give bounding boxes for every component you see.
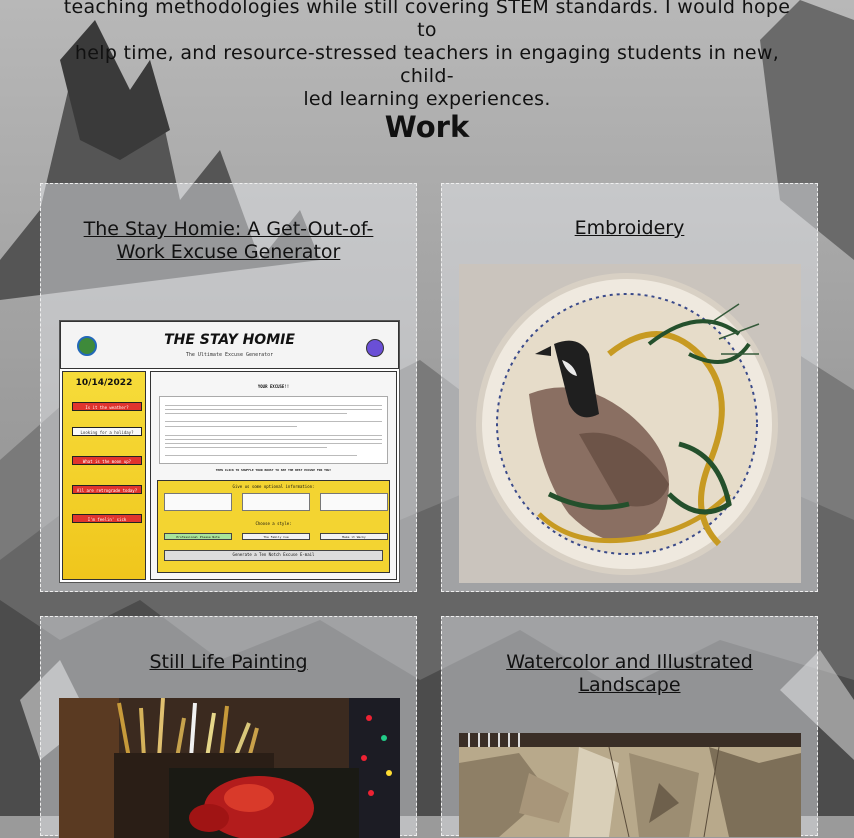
work-card-still-life: Still Life Painting	[40, 616, 417, 838]
app-style-3: Make it Wacky	[320, 533, 388, 540]
app-style-1: Professional Please Note	[164, 533, 232, 540]
embroidery-image[interactable]	[459, 264, 801, 583]
intro-line-3: led learning experiences.	[303, 88, 551, 110]
intro-line-2: help time, and resource-stressed teacher…	[74, 42, 780, 87]
app-date: 10/14/2022	[75, 378, 133, 388]
app-title: THE STAY HOMIE	[164, 332, 295, 348]
still-life-image[interactable]	[59, 698, 400, 838]
intro-paragraph: teaching methodologies while still cover…	[62, 0, 792, 111]
stay-homie-title-line-2: Work Excuse Generator	[116, 241, 341, 263]
stay-homie-title-line-1: The Stay Homie: A Get-Out-of-	[83, 218, 374, 240]
watercolor-title-line-1: Watercolor and Illustrated	[506, 651, 753, 673]
app-option-2	[242, 493, 310, 511]
stay-homie-screenshot[interactable]: THE STAY HOMIE The Ultimate Excuse Gener…	[59, 320, 400, 583]
side-button-3: What is the moon up?	[72, 456, 142, 465]
app-option-1	[164, 493, 232, 511]
watercolor-title-link[interactable]: Watercolor and Illustrated Landscape	[442, 651, 817, 697]
app-main-label: YOUR EXCUSE!!	[257, 384, 290, 389]
intro-line-1: teaching methodologies while still cover…	[63, 0, 791, 41]
app-excuse-textbox	[159, 396, 388, 464]
app-prompt-label: THEN CLICK TO SHUFFLE YOUR BOOST TO SEE …	[215, 468, 332, 472]
app-style-2: The Family Cue	[242, 533, 310, 540]
watercolor-title-line-2: Landscape	[578, 674, 681, 696]
embroidery-title-link[interactable]: Embroidery	[442, 217, 817, 240]
app-style-label: Choose a style:	[255, 521, 292, 526]
app-sidebar: 10/14/2022 Is it the weather? Looking fo…	[62, 371, 146, 580]
watercolor-image[interactable]	[459, 733, 801, 837]
work-card-embroidery: Embroidery	[441, 183, 818, 592]
app-main-panel: YOUR EXCUSE!! THEN CLICK TO SHUFFLE YOUR…	[150, 371, 397, 580]
app-option-3	[320, 493, 388, 511]
side-button-4: All are retrograde today?	[72, 485, 142, 494]
app-subtitle: The Ultimate Excuse Generator	[185, 352, 274, 358]
app-optional-label: Give us some optional information:	[232, 484, 315, 489]
app-generate-button: Generate a Ten Notch Excuse E-mail	[164, 550, 383, 561]
stay-homie-title-link[interactable]: The Stay Homie: A Get-Out-of- Work Excus…	[41, 218, 416, 264]
still-life-title-link[interactable]: Still Life Painting	[41, 651, 416, 674]
side-button-5: I'm feelin' sick	[72, 514, 142, 523]
work-card-stay-homie: The Stay Homie: A Get-Out-of- Work Excus…	[40, 183, 417, 592]
side-button-1: Is it the weather?	[72, 402, 142, 411]
app-options-panel: Give us some optional information: Choos…	[157, 480, 390, 573]
work-heading: Work	[384, 110, 470, 144]
app-header: THE STAY HOMIE The Ultimate Excuse Gener…	[60, 321, 399, 369]
work-card-watercolor: Watercolor and Illustrated Landscape	[441, 616, 818, 837]
side-button-2: Looking for a holiday?	[72, 427, 142, 436]
app-refresh-icon	[366, 339, 384, 357]
